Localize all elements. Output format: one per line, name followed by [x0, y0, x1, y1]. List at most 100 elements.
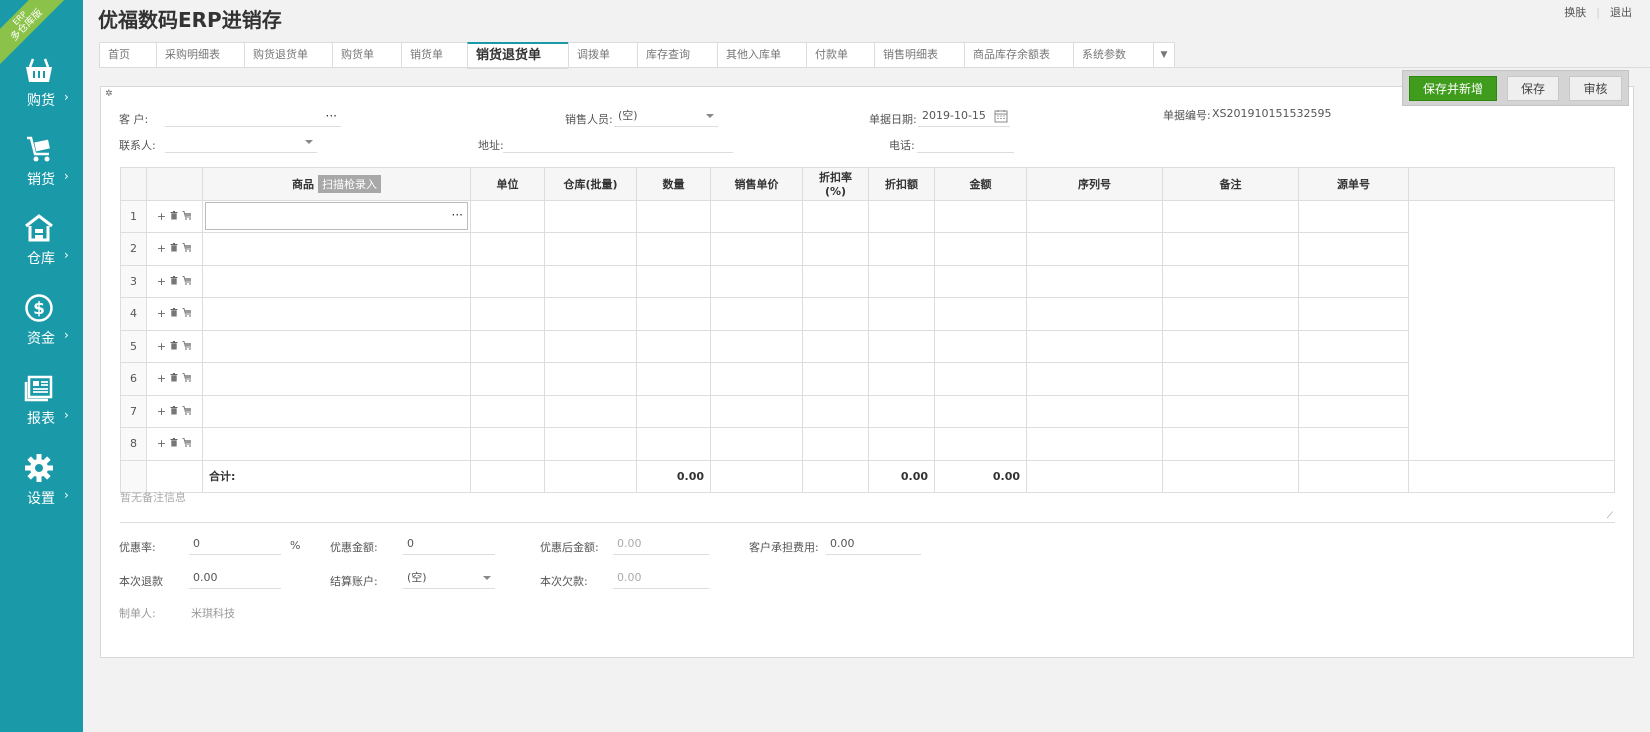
unit-cell[interactable]: [470, 329, 545, 363]
tab-home[interactable]: 首页: [99, 42, 156, 68]
unit-cell[interactable]: [470, 264, 545, 298]
remark-cell[interactable]: [1162, 264, 1299, 298]
cart-icon[interactable]: [182, 405, 192, 418]
unit-cell[interactable]: [470, 232, 545, 266]
add-row-icon[interactable]: +: [157, 340, 166, 353]
discount-rate-cell[interactable]: [802, 297, 869, 331]
unit-cell[interactable]: [470, 297, 545, 331]
discount-amount-input[interactable]: 0: [403, 533, 495, 555]
sidebar-item-warehouse[interactable]: 仓库 ›: [0, 210, 83, 290]
account-select[interactable]: (空): [403, 567, 495, 589]
warehouse-cell[interactable]: [544, 297, 637, 331]
delete-row-icon[interactable]: [170, 372, 178, 385]
tab-transfer[interactable]: 调拨单: [568, 42, 637, 68]
delete-row-icon[interactable]: [170, 275, 178, 288]
source-no-cell[interactable]: [1298, 297, 1409, 331]
cart-icon[interactable]: [182, 275, 192, 288]
logout-link[interactable]: 退出: [1610, 4, 1632, 20]
serial-cell[interactable]: [1026, 427, 1163, 461]
phone-input[interactable]: [917, 131, 1014, 153]
resize-handle-icon[interactable]: ⟋: [1607, 511, 1613, 521]
serial-cell[interactable]: [1026, 264, 1163, 298]
cart-icon[interactable]: [182, 210, 192, 223]
refund-input[interactable]: 0.00: [189, 567, 281, 589]
add-row-icon[interactable]: +: [157, 210, 166, 223]
warehouse-cell[interactable]: [544, 362, 637, 396]
discount-rate-cell[interactable]: [802, 199, 869, 233]
sidebar-item-reports[interactable]: 报表 ›: [0, 370, 83, 450]
sidebar-item-settings[interactable]: 设置 ›: [0, 450, 83, 530]
discount-amount-cell[interactable]: [868, 264, 935, 298]
source-no-cell[interactable]: [1298, 199, 1409, 233]
remark-cell[interactable]: [1162, 297, 1299, 331]
remark-cell[interactable]: [1162, 362, 1299, 396]
sales-person-select[interactable]: (空): [614, 105, 718, 127]
scan-entry-button[interactable]: 扫描枪录入: [318, 174, 381, 193]
tab-stock-balance[interactable]: 商品库存余额表: [964, 42, 1073, 68]
add-row-icon[interactable]: +: [157, 437, 166, 450]
save-button[interactable]: 保存: [1507, 76, 1559, 101]
remark-cell[interactable]: [1162, 394, 1299, 428]
customer-field[interactable]: ···: [165, 105, 341, 127]
delete-row-icon[interactable]: [170, 405, 178, 418]
warehouse-cell[interactable]: [544, 329, 637, 363]
amount-cell[interactable]: [934, 297, 1027, 331]
unit-cell[interactable]: [470, 199, 545, 233]
tab-system-params[interactable]: 系统参数: [1073, 42, 1153, 68]
discount-rate-cell[interactable]: [802, 394, 869, 428]
product-cell[interactable]: [202, 427, 471, 461]
cart-icon[interactable]: [182, 307, 192, 320]
discount-amount-cell[interactable]: [868, 232, 935, 266]
cart-icon[interactable]: [182, 437, 192, 450]
settings-icon[interactable]: ✲: [105, 89, 113, 99]
add-row-icon[interactable]: +: [157, 405, 166, 418]
discount-rate-cell[interactable]: [802, 427, 869, 461]
tab-sales-detail[interactable]: 销售明细表: [874, 42, 964, 68]
price-cell[interactable]: [710, 362, 803, 396]
tab-stock-query[interactable]: 库存查询: [637, 42, 717, 68]
unit-cell[interactable]: [470, 362, 545, 396]
tab-purchase-order[interactable]: 购货单: [332, 42, 401, 68]
amount-cell[interactable]: [934, 199, 1027, 233]
delete-row-icon[interactable]: [170, 307, 178, 320]
tab-sales-return[interactable]: 销货退货单: [467, 42, 568, 69]
amount-cell[interactable]: [934, 264, 1027, 298]
quantity-cell[interactable]: [636, 329, 711, 363]
serial-cell[interactable]: [1026, 362, 1163, 396]
discount-amount-cell[interactable]: [868, 427, 935, 461]
amount-cell[interactable]: [934, 427, 1027, 461]
tab-payment[interactable]: 付款单: [806, 42, 874, 68]
address-input[interactable]: [503, 131, 733, 153]
source-no-cell[interactable]: [1298, 232, 1409, 266]
product-cell[interactable]: [202, 394, 471, 428]
discount-amount-cell[interactable]: [868, 199, 935, 233]
tab-purchase-return[interactable]: 购货退货单: [244, 42, 332, 68]
price-cell[interactable]: [710, 427, 803, 461]
serial-cell[interactable]: [1026, 232, 1163, 266]
remark-cell[interactable]: [1162, 427, 1299, 461]
cart-icon[interactable]: [182, 372, 192, 385]
source-no-cell[interactable]: [1298, 329, 1409, 363]
discount-amount-cell[interactable]: [868, 362, 935, 396]
quantity-cell[interactable]: [636, 264, 711, 298]
product-cell[interactable]: [202, 232, 471, 266]
quantity-cell[interactable]: [636, 199, 711, 233]
product-cell[interactable]: [202, 297, 471, 331]
discount-amount-cell[interactable]: [868, 394, 935, 428]
product-cell[interactable]: ···: [202, 199, 471, 233]
delete-row-icon[interactable]: [170, 340, 178, 353]
sidebar-item-funds[interactable]: $ 资金 ›: [0, 290, 83, 370]
calendar-icon[interactable]: [994, 109, 1008, 126]
unit-cell[interactable]: [470, 427, 545, 461]
price-cell[interactable]: [710, 297, 803, 331]
warehouse-cell[interactable]: [544, 394, 637, 428]
discount-rate-cell[interactable]: [802, 232, 869, 266]
tab-sales-order[interactable]: 销货单: [401, 42, 467, 68]
quantity-cell[interactable]: [636, 362, 711, 396]
discount-rate-cell[interactable]: [802, 329, 869, 363]
remark-cell[interactable]: [1162, 329, 1299, 363]
discount-rate-cell[interactable]: [802, 362, 869, 396]
price-cell[interactable]: [710, 264, 803, 298]
tab-purchase-detail[interactable]: 采购明细表: [156, 42, 244, 68]
unit-cell[interactable]: [470, 394, 545, 428]
